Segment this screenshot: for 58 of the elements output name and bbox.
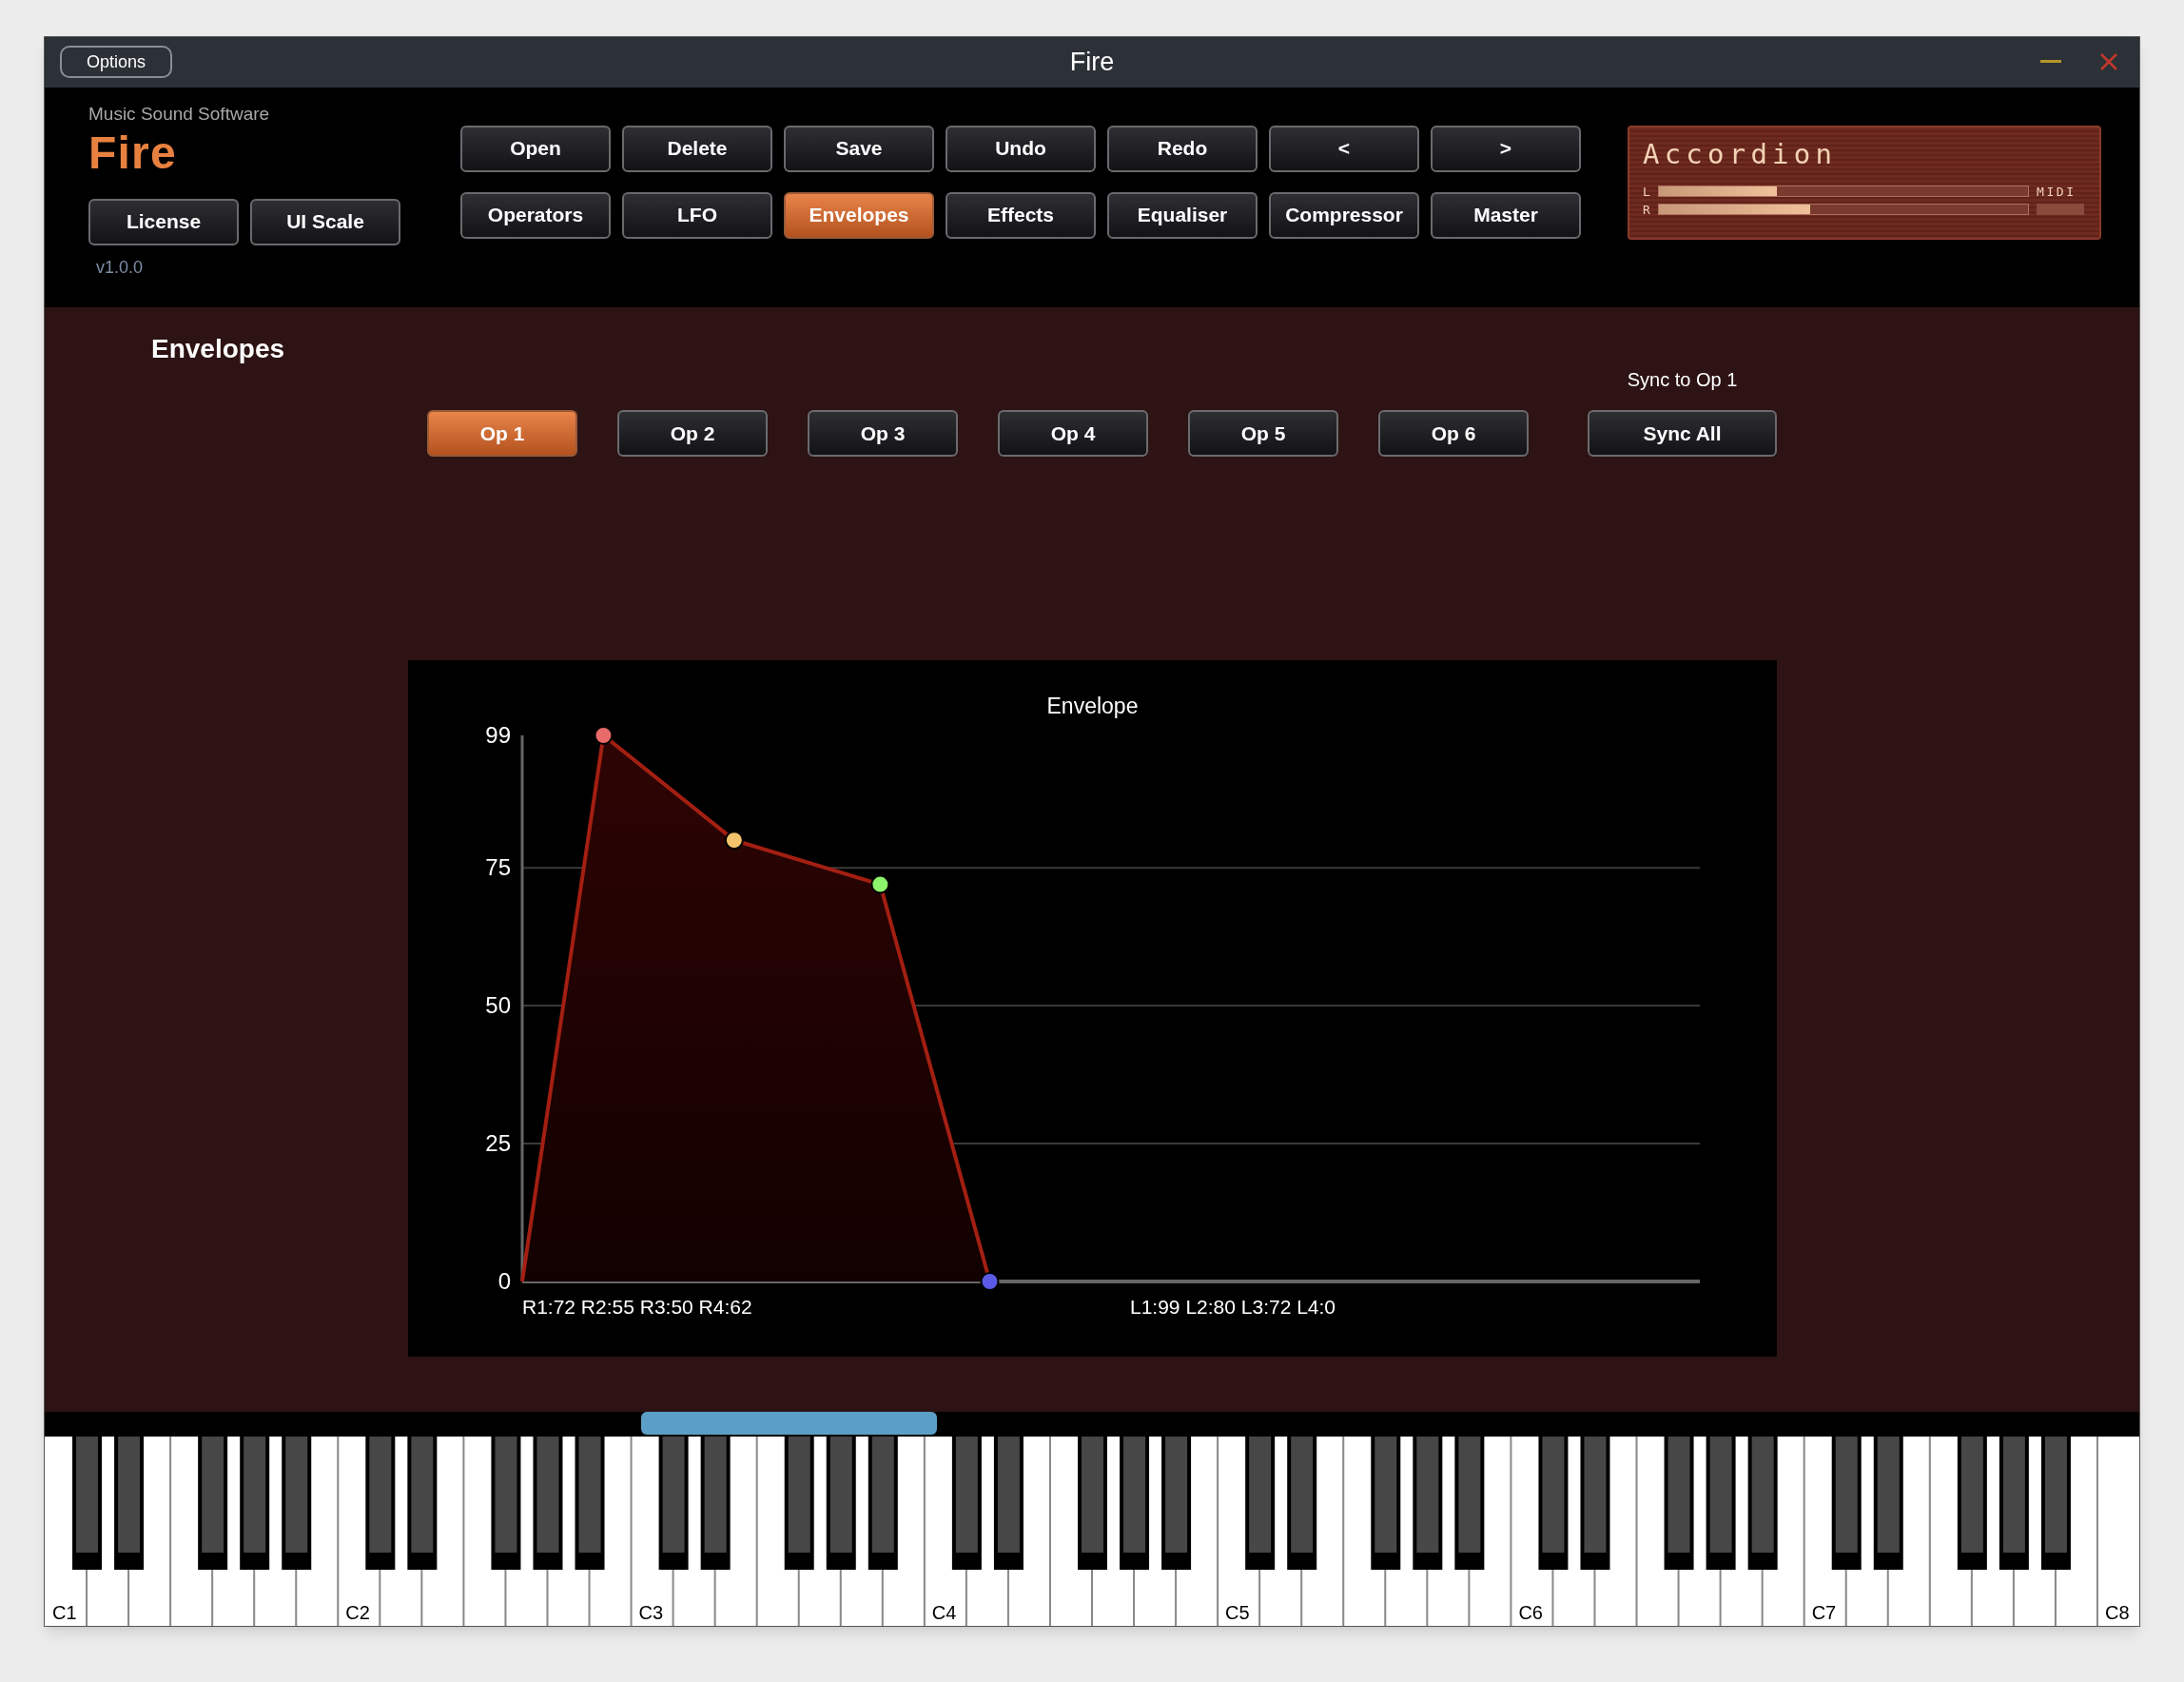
envelope-point[interactable] (724, 831, 744, 851)
product-logo: Fire (88, 129, 178, 176)
sync-all-button[interactable]: Sync All (1588, 410, 1777, 458)
y-tick-label: 99 (485, 722, 511, 749)
sync-label: Sync to Op 1 (1627, 370, 1738, 390)
page-tab[interactable]: Master (1431, 191, 1581, 239)
page-tab[interactable]: LFO (622, 191, 772, 239)
key-label: C3 (638, 1603, 664, 1622)
midi-indicator (2037, 204, 2084, 216)
header-button[interactable]: UI Scale (250, 198, 400, 245)
toolbar-button[interactable]: Open (460, 125, 611, 172)
page-tab[interactable]: Effects (946, 191, 1096, 239)
toolbar-button[interactable]: Redo (1107, 125, 1258, 172)
scrollbar-thumb[interactable] (641, 1412, 937, 1435)
window-title: Fire (1069, 47, 1115, 78)
piano-keyboard-drawing[interactable] (45, 1437, 2139, 1626)
minimize-icon[interactable] (2040, 60, 2061, 65)
page-heading: Envelopes (151, 334, 285, 364)
toolbar-button[interactable]: Undo (946, 125, 1096, 172)
channel-label: L (1643, 185, 1650, 198)
toolbar-button[interactable]: Delete (622, 125, 772, 172)
midi-label: MIDI (2037, 185, 2077, 198)
y-tick-label: 0 (497, 1268, 511, 1295)
key-label: C2 (345, 1603, 370, 1622)
version-label: v1.0.0 (96, 258, 145, 276)
envelope-point[interactable] (870, 874, 890, 894)
operator-tab[interactable]: Op 5 (1188, 410, 1338, 458)
key-label: C4 (931, 1603, 957, 1622)
y-tick-label: 75 (485, 854, 511, 881)
operator-tab[interactable]: Op 4 (998, 410, 1148, 458)
key-label: C5 (1225, 1603, 1250, 1622)
operator-tab[interactable]: Op 6 (1378, 410, 1529, 458)
close-icon[interactable] (2099, 52, 2118, 72)
toolbar-button[interactable]: < (1269, 125, 1419, 172)
preset-name: Accordion (1643, 140, 1839, 168)
levels-label: L1:99 L2:80 L3:72 L4:0 (1130, 1296, 1336, 1319)
y-tick-label: 25 (485, 1130, 511, 1157)
chart-title: Envelope (1046, 695, 1139, 718)
header-button[interactable]: License (88, 198, 239, 245)
page-tab[interactable]: Compressor (1269, 191, 1419, 239)
toolbar-button[interactable]: > (1431, 125, 1581, 172)
toolbar-button[interactable]: Save (784, 125, 934, 172)
key-label: C8 (2104, 1603, 2130, 1622)
key-label: C1 (52, 1603, 77, 1622)
options-button[interactable]: Options (60, 46, 172, 79)
page-tab[interactable]: Envelopes (784, 191, 934, 239)
operator-tab[interactable]: Op 3 (808, 410, 958, 458)
rates-label: R1:72 R2:55 R3:50 R4:62 (522, 1296, 752, 1319)
key-label: C6 (1518, 1603, 1543, 1622)
company-name: Music Sound Software (88, 104, 271, 123)
envelope-point[interactable] (594, 726, 614, 746)
page-tab[interactable]: Equaliser (1107, 191, 1258, 239)
channel-label: R (1643, 203, 1650, 216)
key-label: C7 (1811, 1603, 1837, 1622)
operator-tab[interactable]: Op 2 (617, 410, 768, 458)
y-tick-label: 50 (485, 992, 511, 1019)
operator-tab[interactable]: Op 1 (427, 410, 577, 458)
page-tab[interactable]: Operators (460, 191, 611, 239)
